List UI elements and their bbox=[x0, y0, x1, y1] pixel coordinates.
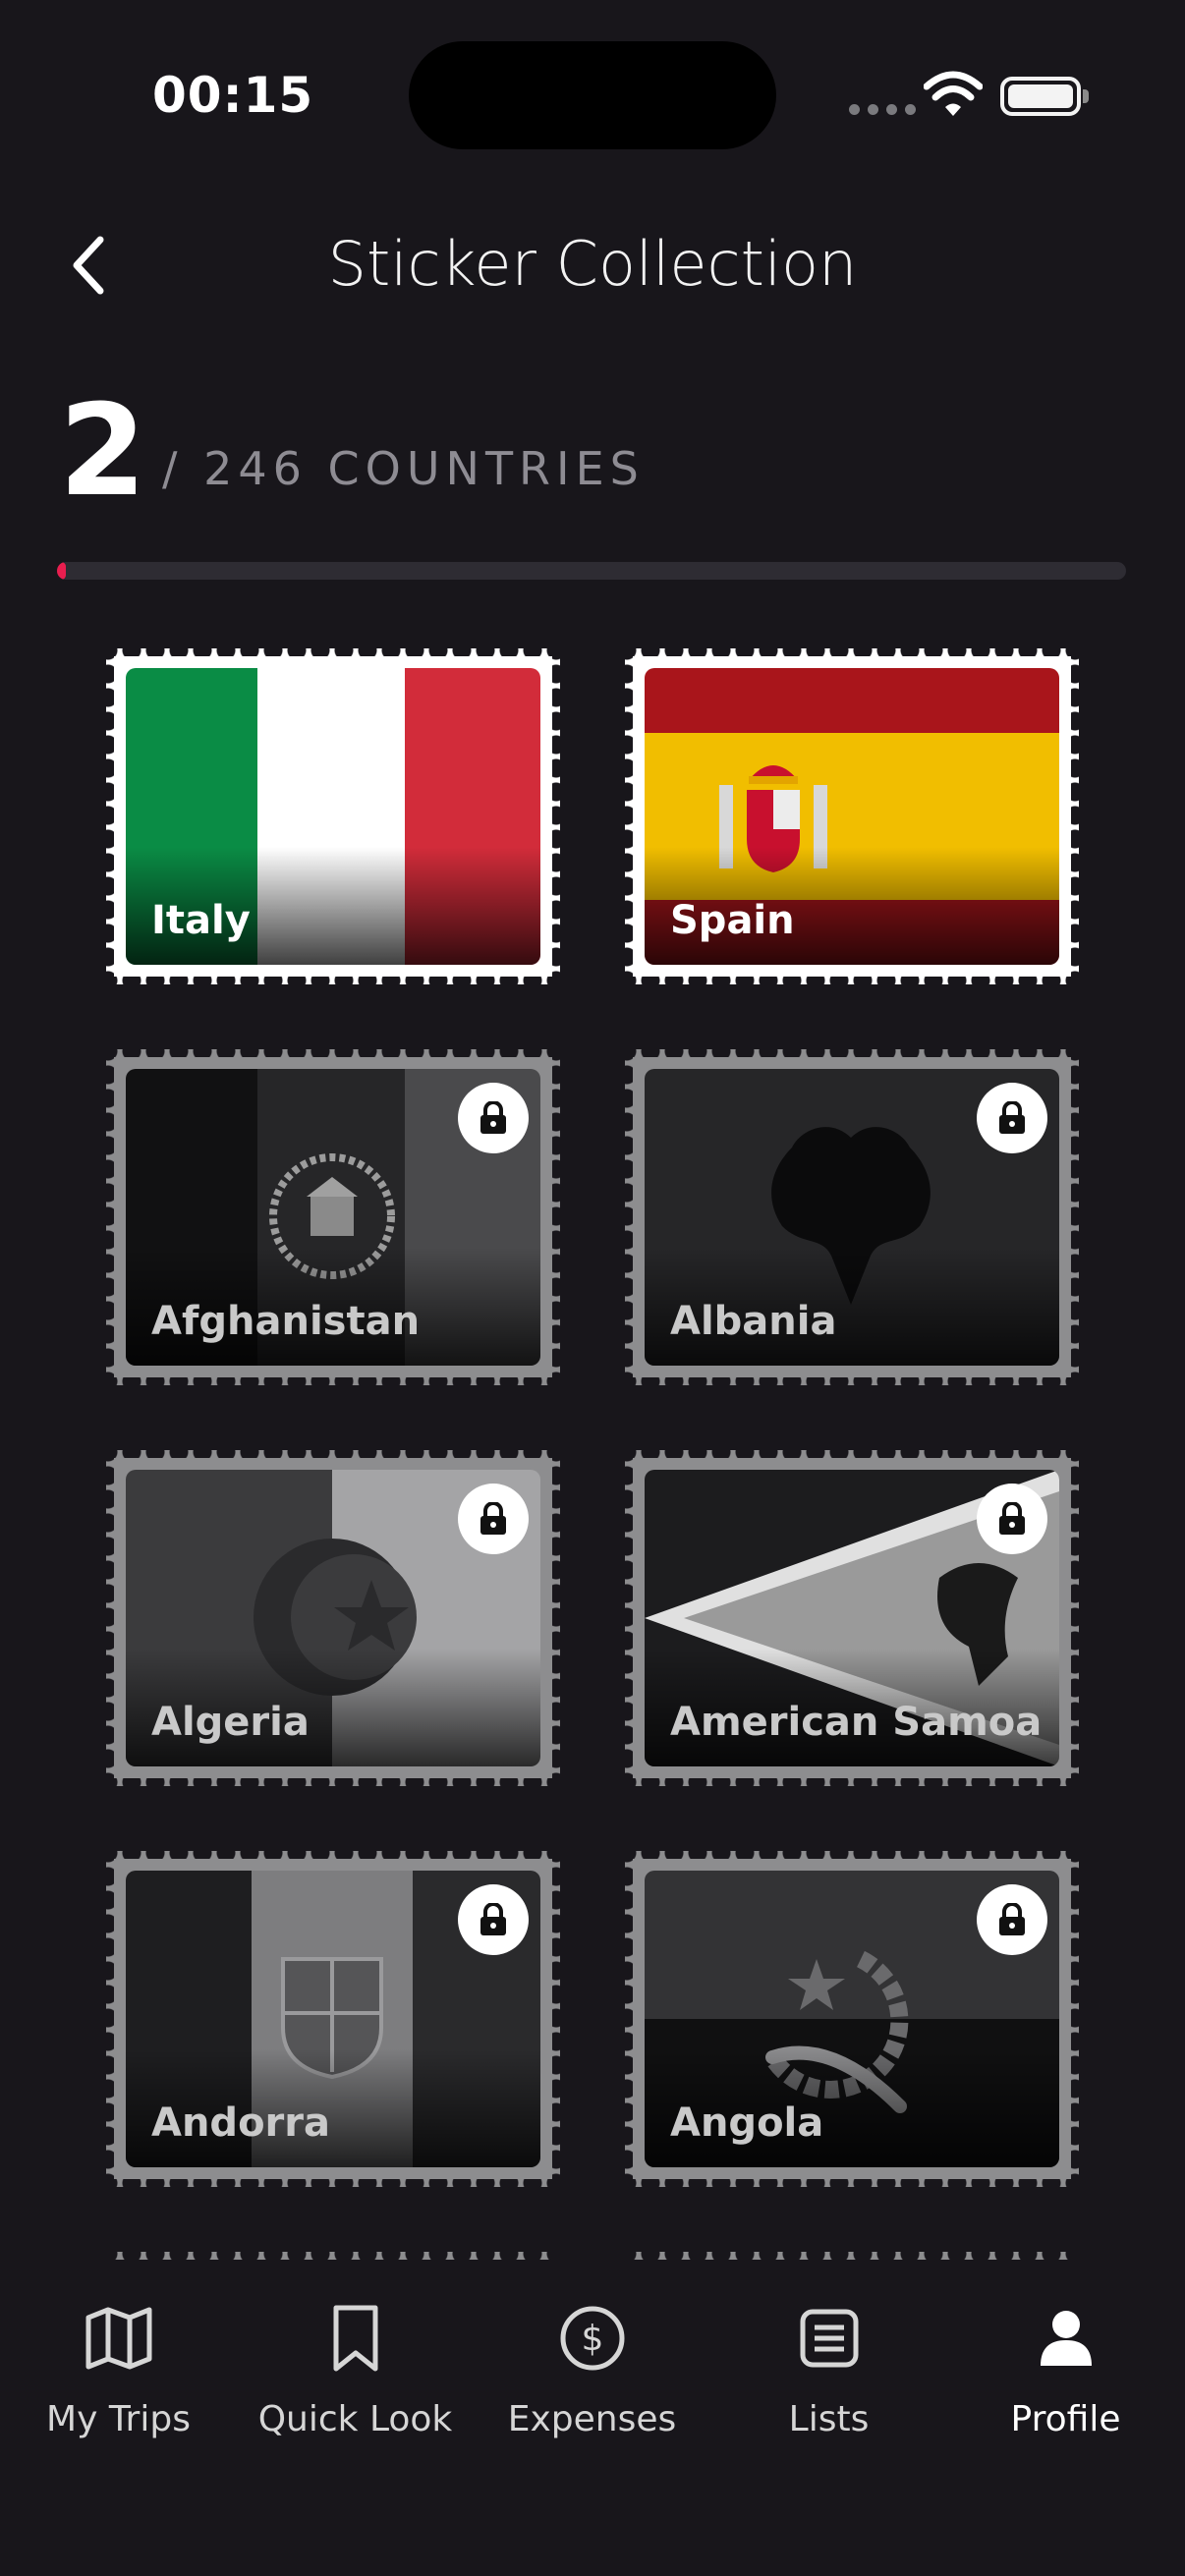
sticker-next-row-left[interactable] bbox=[96, 2242, 570, 2260]
tab-bar: My Trips Quick Look $ Expenses Lists Pro… bbox=[0, 2260, 1185, 2576]
person-icon bbox=[1040, 2311, 1092, 2366]
lock-icon bbox=[458, 1484, 529, 1554]
sticker-label: Angola bbox=[670, 2100, 824, 2146]
tab-quick-look[interactable]: Quick Look bbox=[237, 2299, 474, 2439]
flag-spain: Spain bbox=[645, 668, 1059, 965]
sticker-andorra[interactable]: Andorra bbox=[96, 1841, 570, 2197]
lock-icon bbox=[977, 1884, 1047, 1955]
lock-icon bbox=[458, 1083, 529, 1153]
svg-text:$: $ bbox=[581, 2319, 603, 2359]
lock-icon bbox=[458, 1884, 529, 1955]
lock-icon bbox=[977, 1484, 1047, 1554]
tab-lists[interactable]: Lists bbox=[710, 2299, 947, 2439]
map-icon bbox=[85, 2307, 151, 2370]
sticker-next-row-right[interactable] bbox=[615, 2242, 1089, 2260]
sticker-label: Andorra bbox=[151, 2100, 330, 2146]
sticker-label: Algeria bbox=[151, 1700, 310, 1745]
tab-label: Expenses bbox=[507, 2399, 677, 2439]
flag-angola: Angola bbox=[645, 1871, 1059, 2167]
dollar-icon: $ bbox=[560, 2306, 624, 2371]
sticker-algeria[interactable]: Algeria bbox=[96, 1440, 570, 1796]
sticker-label: Albania bbox=[670, 1299, 837, 1344]
flag-italy: Italy bbox=[126, 668, 540, 965]
tab-profile[interactable]: Profile bbox=[947, 2299, 1184, 2439]
sticker-label: Spain bbox=[670, 898, 795, 943]
flag-andorra: Andorra bbox=[126, 1871, 540, 2167]
list-icon bbox=[800, 2309, 858, 2368]
bookmark-icon bbox=[333, 2305, 377, 2372]
flag-albania: Albania bbox=[645, 1069, 1059, 1366]
sticker-label: American Samoa bbox=[670, 1700, 1043, 1745]
tab-expenses[interactable]: $ Expenses bbox=[474, 2299, 710, 2439]
flag-afghanistan: Afghanistan bbox=[126, 1069, 540, 1366]
tab-label: Quick Look bbox=[257, 2399, 453, 2439]
lock-icon bbox=[977, 1083, 1047, 1153]
sticker-spain[interactable]: Spain bbox=[615, 639, 1089, 994]
sticker-label: Afghanistan bbox=[151, 1299, 421, 1344]
sticker-grid: Italy Spain Afghanistan Albania Algeria … bbox=[0, 0, 1185, 2260]
sticker-italy[interactable]: Italy bbox=[96, 639, 570, 994]
flag-american-samoa: American Samoa bbox=[645, 1470, 1059, 1766]
sticker-afghanistan[interactable]: Afghanistan bbox=[96, 1039, 570, 1395]
sticker-angola[interactable]: Angola bbox=[615, 1841, 1089, 2197]
tab-my-trips[interactable]: My Trips bbox=[0, 2299, 237, 2439]
sticker-label: Italy bbox=[151, 898, 251, 943]
sticker-albania[interactable]: Albania bbox=[615, 1039, 1089, 1395]
sticker-american-samoa[interactable]: American Samoa bbox=[615, 1440, 1089, 1796]
tab-label: Lists bbox=[788, 2399, 870, 2439]
flag-algeria: Algeria bbox=[126, 1470, 540, 1766]
tab-label: My Trips bbox=[46, 2399, 191, 2439]
tab-label: Profile bbox=[1010, 2399, 1121, 2439]
